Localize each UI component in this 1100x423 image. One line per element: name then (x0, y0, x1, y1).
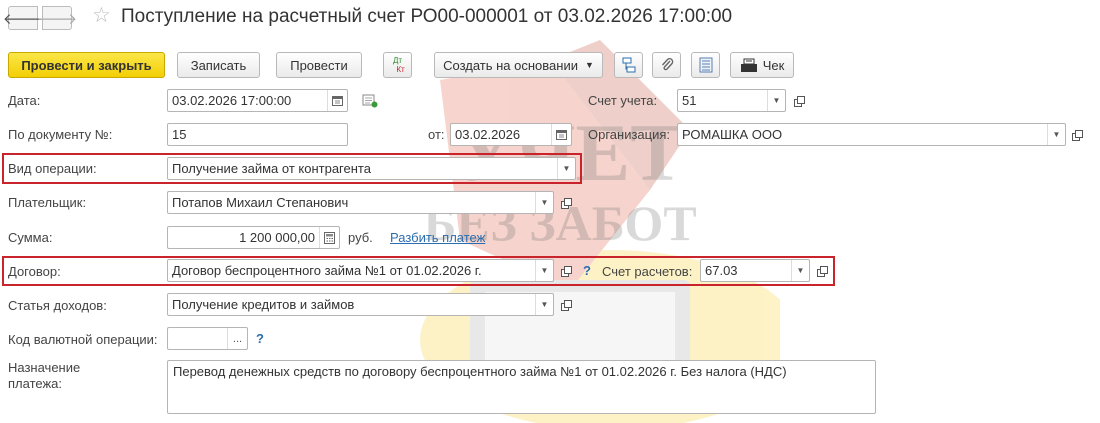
save-label: Записать (190, 57, 247, 73)
post-button[interactable]: Провести (276, 52, 362, 78)
dt-kt-icon: Дт Кт (390, 56, 405, 74)
payment-purpose-label-line2: платежа: (8, 376, 62, 391)
payment-purpose-textarea[interactable]: Перевод денежных средств по договору бес… (167, 360, 876, 414)
forward-button[interactable]: 🡒 (37, 6, 77, 30)
settlement-account-value: 67.03 (705, 263, 738, 278)
chevron-down-icon[interactable]: ▼ (535, 260, 553, 281)
income-item-select[interactable]: Получение кредитов и займов ▼ (167, 293, 554, 316)
chevron-down-icon: ▼ (584, 60, 594, 70)
income-item-value: Получение кредитов и займов (172, 297, 355, 312)
dt-text: Дт (392, 56, 403, 65)
kt-text: Кт (396, 65, 405, 74)
sum-label: Сумма: (8, 230, 53, 245)
open-contract-icon[interactable] (557, 262, 575, 280)
payer-select[interactable]: Потапов Михаил Степанович ▼ (167, 191, 554, 214)
settlement-account-label: Счет расчетов: (602, 264, 693, 279)
payment-purpose-label-line1: Назначение (8, 360, 81, 375)
document-status-icon[interactable] (361, 92, 379, 110)
chevron-down-icon[interactable]: ▼ (791, 260, 809, 281)
arrow-right-icon: 🡒 (36, 10, 78, 28)
receipt-check-button[interactable]: Чек (730, 52, 794, 78)
income-item-label: Статья доходов: (8, 298, 107, 313)
account-value: 51 (682, 93, 697, 108)
organization-label: Организация: (588, 127, 671, 142)
post-and-close-button[interactable]: Провести и закрыть (8, 52, 165, 78)
operation-type-select[interactable]: Получение займа от контрагента ▼ (167, 157, 576, 180)
select-ellipsis-button[interactable]: ... (227, 328, 247, 349)
settlement-account-select[interactable]: 67.03 ▼ (700, 259, 810, 282)
print-list-button[interactable] (691, 52, 720, 78)
currency-operation-label: Код валютной операции: (8, 332, 158, 347)
sum-value: 1 200 000,00 (239, 230, 315, 245)
payer-label: Плательщик: (8, 195, 87, 210)
doc-number-label: По документу №: (8, 127, 113, 142)
doc-number-input[interactable]: 15 (167, 123, 348, 146)
contract-value: Договор беспроцентного займа №1 от 01.02… (172, 263, 482, 278)
chevron-down-icon[interactable]: ▼ (557, 158, 575, 179)
structure-icon (622, 57, 635, 73)
date-field[interactable]: 03.02.2026 17:00:00 (167, 89, 348, 112)
post-and-close-label: Провести и закрыть (21, 57, 152, 73)
organization-select[interactable]: РОМАШКА ООО ▼ (677, 123, 1066, 146)
currency-operation-help-icon[interactable]: ? (256, 331, 264, 346)
calendar-icon[interactable] (327, 90, 347, 111)
save-button[interactable]: Записать (177, 52, 260, 78)
date-label: Дата: (8, 93, 41, 108)
date-value: 03.02.2026 17:00:00 (172, 93, 292, 108)
operation-type-label: Вид операции: (8, 161, 97, 176)
contract-label: Договор: (8, 264, 61, 279)
list-document-icon (699, 57, 712, 73)
chevron-down-icon[interactable]: ▼ (767, 90, 785, 111)
post-label: Провести (290, 57, 348, 73)
doc-number-value: 15 (172, 127, 187, 142)
cash-register-icon (740, 58, 757, 72)
currency-operation-value (168, 328, 227, 349)
open-organization-icon[interactable] (1068, 126, 1086, 144)
contract-help-icon[interactable]: ? (583, 263, 591, 278)
open-account-icon[interactable] (790, 92, 808, 110)
back-button[interactable]: 🡐 (3, 6, 43, 30)
currency-operation-input[interactable]: ... (167, 327, 248, 350)
page-title: Поступление на расчетный счет РО00-00000… (121, 6, 733, 27)
doc-date-value: 03.02.2026 (455, 127, 521, 142)
favorite-star-icon[interactable]: ☆ (92, 4, 111, 28)
create-based-on-button[interactable]: Создать на основании ▼ (434, 52, 603, 78)
paperclip-icon (661, 58, 673, 71)
create-based-on-label: Создать на основании (443, 57, 578, 73)
doc-date-field[interactable]: 03.02.2026 (450, 123, 572, 146)
dt-kt-button[interactable]: Дт Кт (383, 52, 412, 78)
calculator-icon[interactable] (319, 227, 339, 248)
chevron-down-icon[interactable]: ▼ (535, 294, 553, 315)
chevron-down-icon[interactable]: ▼ (1047, 124, 1065, 145)
split-payment-link[interactable]: Разбить платеж (390, 230, 485, 245)
doc-date-label: от: (428, 127, 445, 142)
account-label: Счет учета: (588, 93, 658, 108)
open-payer-icon[interactable] (557, 194, 575, 212)
contract-select[interactable]: Договор беспроцентного займа №1 от 01.02… (167, 259, 554, 282)
check-label: Чек (762, 57, 785, 73)
open-income-item-icon[interactable] (557, 296, 575, 314)
chevron-down-icon[interactable]: ▼ (535, 192, 553, 213)
payer-value: Потапов Михаил Степанович (172, 195, 349, 210)
sum-input[interactable]: 1 200 000,00 (167, 226, 340, 249)
currency-label: руб. (348, 230, 373, 245)
structure-button[interactable] (614, 52, 643, 78)
organization-value: РОМАШКА ООО (682, 127, 783, 142)
attach-button[interactable] (652, 52, 681, 78)
operation-type-value: Получение займа от контрагента (172, 161, 371, 176)
account-select[interactable]: 51 ▼ (677, 89, 786, 112)
calendar-icon[interactable] (551, 124, 571, 145)
open-settlement-account-icon[interactable] (813, 262, 831, 280)
